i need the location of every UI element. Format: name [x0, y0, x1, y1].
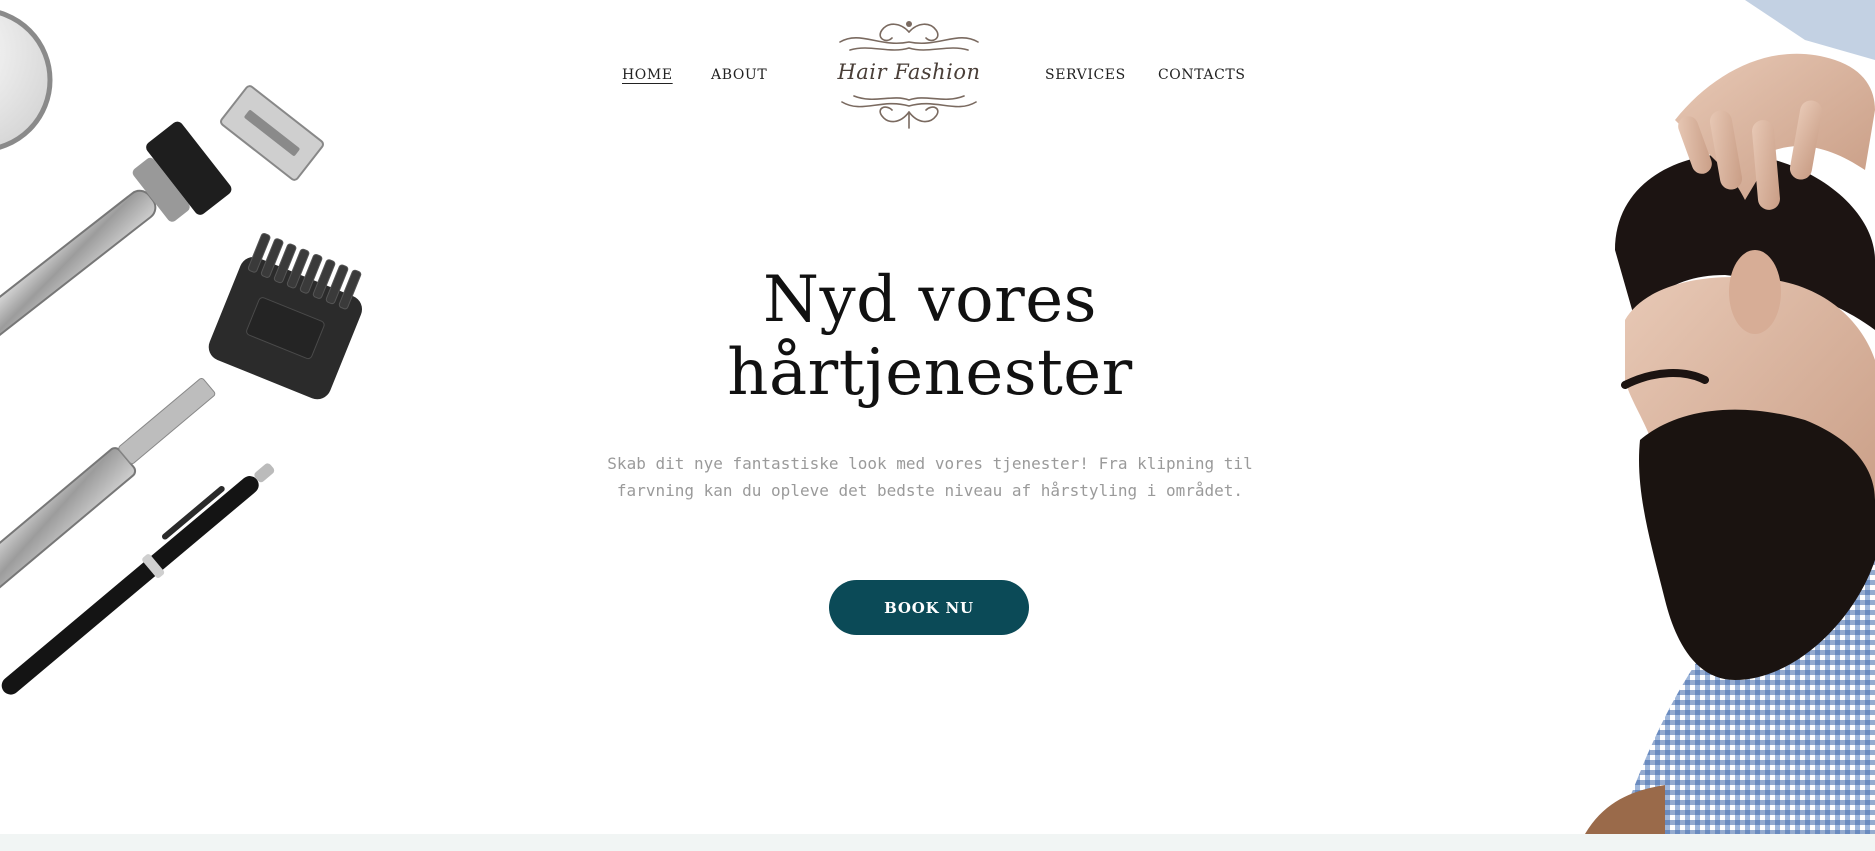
nav-contacts-link[interactable]: CONTACTS: [1158, 67, 1246, 83]
nav-home-link[interactable]: HOME: [622, 67, 673, 83]
next-section-band: [0, 834, 1875, 851]
main-nav: HOME ABOUT Hair Fashion SERVICES CONTACT…: [0, 0, 1875, 150]
hero-subtitle: Skab dit nye fantastiske look med vores …: [607, 454, 1253, 500]
site-logo[interactable]: Hair Fashion: [830, 20, 988, 132]
hero-title-line-1: Nyd vores: [763, 263, 1097, 337]
hero-title-line-2: hårtjenester: [727, 336, 1133, 410]
nav-about-link[interactable]: ABOUT: [711, 67, 767, 83]
hero-title: Nyd vores hårtjenester: [600, 264, 1260, 410]
landing-page: HOME ABOUT Hair Fashion SERVICES CONTACT…: [0, 0, 1875, 851]
book-now-button[interactable]: BOOK NU: [829, 580, 1029, 635]
logo-text: Hair Fashion: [837, 60, 981, 84]
nav-services-link[interactable]: SERVICES: [1045, 67, 1126, 83]
